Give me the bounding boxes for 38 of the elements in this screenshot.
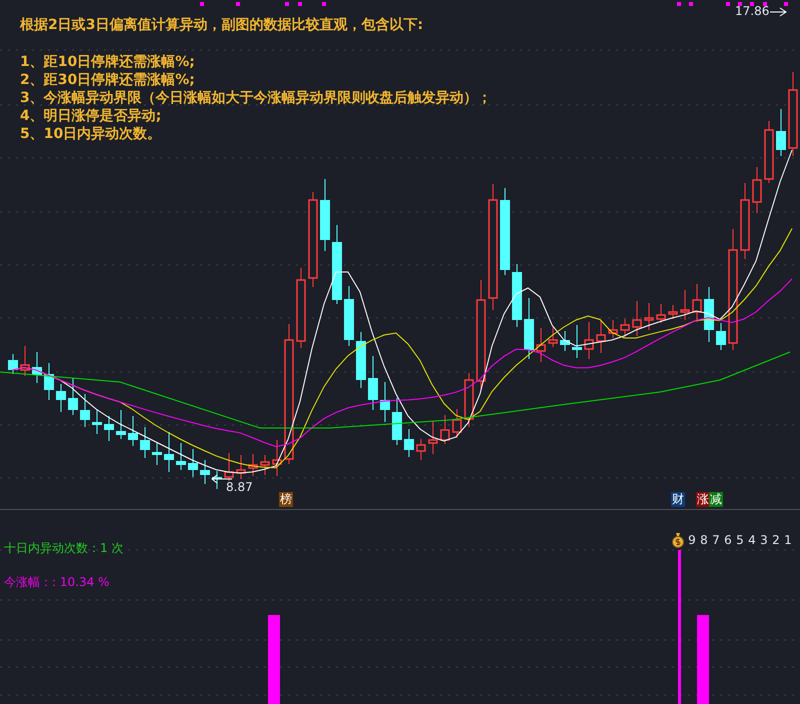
countdown-digit: 1 [783, 533, 793, 547]
countdown-digit: 6 [723, 533, 733, 547]
countdown-digit: 9 [687, 533, 697, 547]
signal-marker [322, 2, 326, 6]
signal-marker [689, 2, 693, 6]
signal-marker [298, 2, 302, 6]
low-arrow-icon [211, 474, 232, 484]
description-item: 4、明日涨停是否异动; [20, 107, 162, 125]
high-price-label: 17.86 [735, 4, 770, 18]
signal-marker [738, 2, 742, 6]
signal-marker [236, 2, 240, 6]
signal-marker [784, 2, 788, 6]
low-price-label: 8.87 [226, 480, 253, 494]
description-item: 3、今涨幅异动界限（今日涨幅如大于今涨幅异动界限则收盘后触发异动）； [20, 89, 493, 107]
signal-marker [677, 2, 681, 6]
countdown-digit: 8 [699, 533, 709, 547]
event-tag[interactable]: 减 [709, 492, 723, 507]
signal-marker [285, 2, 289, 6]
money-bag-icon [671, 532, 685, 548]
signal-marker [200, 2, 204, 6]
event-tag[interactable]: 榜 [279, 492, 293, 507]
high-arrow-icon [770, 8, 787, 16]
countdown-digit: 2 [771, 533, 781, 547]
description-item: 5、10日内异动次数。 [20, 125, 162, 143]
description-title: 根据2日或3日偏离值计算异动，副图的数据比较直观，包含以下: [20, 16, 424, 34]
countdown-digit: 4 [747, 533, 757, 547]
event-tag[interactable]: 涨 [696, 492, 710, 507]
signal-marker [726, 2, 730, 6]
signal-marker [750, 2, 754, 6]
event-tag[interactable]: 财 [671, 492, 685, 507]
anomaly-count-label: 十日内异动次数：1 次 [4, 540, 124, 557]
description-item: 1、距10日停牌还需涨幅%; [20, 53, 196, 71]
rise-percent-label: 今涨幅：: 10.34 % [4, 574, 110, 591]
description-item: 2、距30日停牌还需涨幅%; [20, 71, 196, 89]
countdown-digit: 5 [735, 533, 745, 547]
countdown-digit: 7 [711, 533, 721, 547]
countdown-digit: 3 [759, 533, 769, 547]
signal-marker [763, 2, 767, 6]
